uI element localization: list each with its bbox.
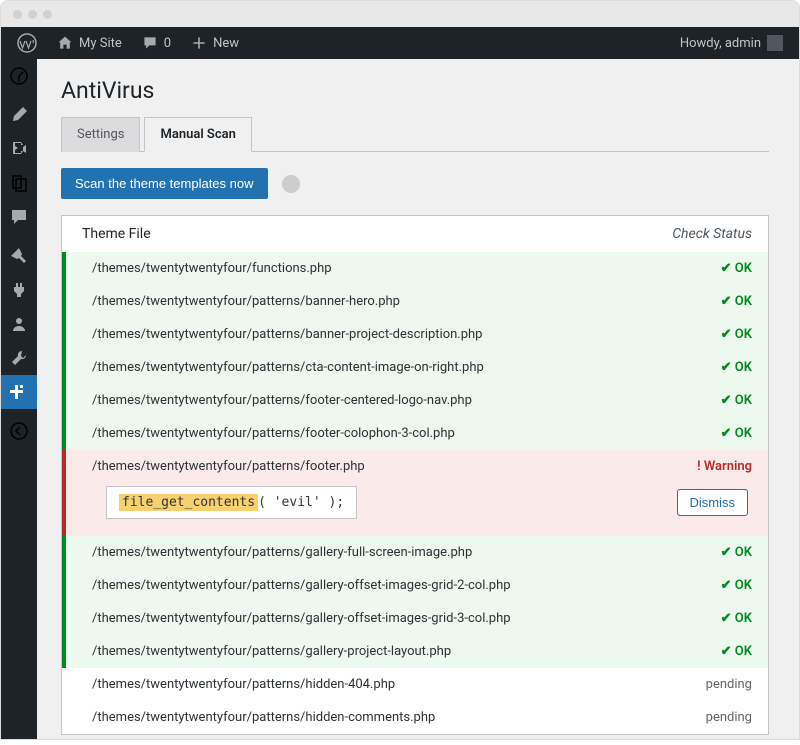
table-row: /themes/twentytwentyfour/patterns/footer…: [62, 450, 768, 536]
file-path: /themes/twentytwentyfour/patterns/galler…: [82, 611, 721, 626]
menu-dashboard[interactable]: [1, 59, 37, 93]
file-path: /themes/twentytwentyfour/patterns/footer…: [82, 426, 721, 441]
wp-logo[interactable]: [9, 27, 45, 59]
table-row: /themes/twentytwentyfour/patterns/footer…: [62, 384, 768, 417]
comments-count: 0: [164, 36, 171, 51]
status-pending: pending: [706, 677, 752, 692]
menu-appearance[interactable]: [1, 239, 37, 273]
menu-collapse[interactable]: [1, 414, 37, 448]
table-row: /themes/twentytwentyfour/patterns/galler…: [62, 569, 768, 602]
header-status: Check Status: [672, 226, 752, 242]
file-path: /themes/twentytwentyfour/patterns/footer…: [82, 393, 721, 408]
table-row: /themes/twentytwentyfour/patterns/galler…: [62, 635, 768, 668]
tab-manual-scan[interactable]: Manual Scan: [144, 117, 251, 152]
admin-topbar: My Site 0 New Howdy, admin: [1, 27, 799, 59]
table-row: /themes/twentytwentyfour/functions.php✔ …: [62, 252, 768, 285]
status-ok: ✔ OK: [721, 360, 752, 375]
menu-pages[interactable]: [1, 166, 37, 200]
tabs: Settings Manual Scan: [61, 116, 769, 152]
file-path: /themes/twentytwentyfour/patterns/banner…: [82, 294, 721, 309]
table-row: /themes/twentytwentyfour/patterns/galler…: [62, 602, 768, 635]
menu-media[interactable]: [1, 132, 37, 166]
status-pending: pending: [706, 710, 752, 725]
admin-sidebar: [1, 59, 37, 739]
status-ok: ✔ OK: [721, 426, 752, 441]
new-link[interactable]: New: [183, 27, 247, 59]
table-row: /themes/twentytwentyfour/patterns/galler…: [62, 536, 768, 569]
avatar: [767, 35, 783, 51]
scan-button[interactable]: Scan the theme templates now: [61, 168, 268, 199]
table-row: /themes/twentytwentyfour/patterns/hidden…: [62, 668, 768, 701]
browser-titlebar: [1, 1, 799, 27]
window-dot: [43, 10, 52, 19]
new-label: New: [213, 36, 239, 51]
file-path: /themes/twentytwentyfour/functions.php: [82, 261, 721, 276]
file-path: /themes/twentytwentyfour/patterns/hidden…: [82, 710, 706, 725]
window-dot: [13, 10, 22, 19]
window-dot: [28, 10, 37, 19]
file-path: /themes/twentytwentyfour/patterns/galler…: [82, 644, 721, 659]
table-row: /themes/twentytwentyfour/patterns/banner…: [62, 318, 768, 351]
account-link[interactable]: Howdy, admin: [672, 27, 791, 59]
table-row: /themes/twentytwentyfour/patterns/banner…: [62, 285, 768, 318]
spinner-icon: [282, 175, 300, 193]
table-row: /themes/twentytwentyfour/patterns/cta-co…: [62, 351, 768, 384]
file-path: /themes/twentytwentyfour/patterns/galler…: [82, 578, 721, 593]
tab-settings[interactable]: Settings: [61, 117, 140, 152]
site-name: My Site: [79, 36, 122, 51]
greeting: Howdy, admin: [680, 36, 761, 51]
table-row: /themes/twentytwentyfour/patterns/hidden…: [62, 701, 768, 734]
status-ok: ✔ OK: [721, 261, 752, 276]
status-ok: ✔ OK: [721, 611, 752, 626]
menu-tools[interactable]: [1, 341, 37, 375]
status-ok: ✔ OK: [721, 294, 752, 309]
comments-link[interactable]: 0: [134, 27, 179, 59]
menu-posts[interactable]: [1, 98, 37, 132]
menu-settings[interactable]: [1, 375, 37, 409]
file-path: /themes/twentytwentyfour/patterns/cta-co…: [82, 360, 721, 375]
site-link[interactable]: My Site: [49, 27, 130, 59]
code-snippet: file_get_contents( 'evil' );: [106, 486, 357, 519]
file-path: /themes/twentytwentyfour/patterns/hidden…: [82, 677, 706, 692]
table-row: /themes/twentytwentyfour/patterns/footer…: [62, 417, 768, 450]
dismiss-button[interactable]: Dismiss: [677, 489, 749, 516]
file-path: /themes/twentytwentyfour/patterns/footer…: [82, 459, 697, 474]
status-ok: ✔ OK: [721, 578, 752, 593]
header-file: Theme File: [82, 226, 672, 242]
scan-table: Theme File Check Status /themes/twentytw…: [61, 215, 769, 735]
menu-plugins[interactable]: [1, 273, 37, 307]
menu-users[interactable]: [1, 307, 37, 341]
file-path: /themes/twentytwentyfour/patterns/banner…: [82, 327, 721, 342]
table-header: Theme File Check Status: [62, 216, 768, 252]
status-ok: ✔ OK: [721, 545, 752, 560]
page-title: AntiVirus: [61, 77, 769, 104]
menu-comments[interactable]: [1, 200, 37, 234]
status-warning: ! Warning: [697, 459, 752, 474]
status-ok: ✔ OK: [721, 327, 752, 342]
file-path: /themes/twentytwentyfour/patterns/galler…: [82, 545, 721, 560]
status-ok: ✔ OK: [721, 393, 752, 408]
status-ok: ✔ OK: [721, 644, 752, 659]
